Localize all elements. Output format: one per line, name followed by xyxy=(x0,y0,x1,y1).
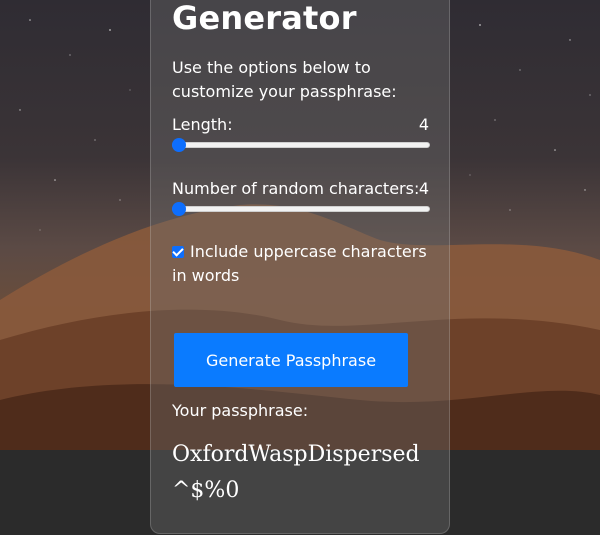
length-slider-thumb[interactable] xyxy=(172,138,186,152)
length-slider[interactable] xyxy=(172,137,430,153)
intro-text: Use the options below to customize your … xyxy=(172,58,397,101)
random-chars-slider[interactable] xyxy=(172,201,430,217)
page-title: Generator xyxy=(172,0,357,37)
random-chars-value: 4 xyxy=(418,179,429,198)
random-chars-slider-thumb[interactable] xyxy=(172,202,186,216)
uppercase-option: Include uppercase characters in words xyxy=(172,240,434,288)
result-label: Your passphrase: xyxy=(172,401,309,420)
length-label: Length: xyxy=(172,115,233,134)
length-slider-track xyxy=(172,142,430,148)
random-chars-slider-track xyxy=(172,206,430,212)
generate-passphrase-button[interactable]: Generate Passphrase xyxy=(174,333,408,387)
generator-card: Generator Use the options below to custo… xyxy=(150,0,450,534)
random-chars-label: Number of random characters: xyxy=(172,179,420,198)
uppercase-label: Include uppercase characters in words xyxy=(172,242,427,285)
uppercase-checkbox[interactable] xyxy=(172,246,184,258)
length-value: 4 xyxy=(418,115,429,134)
passphrase-output[interactable]: OxfordWaspDispersed^$%0 xyxy=(172,437,434,509)
